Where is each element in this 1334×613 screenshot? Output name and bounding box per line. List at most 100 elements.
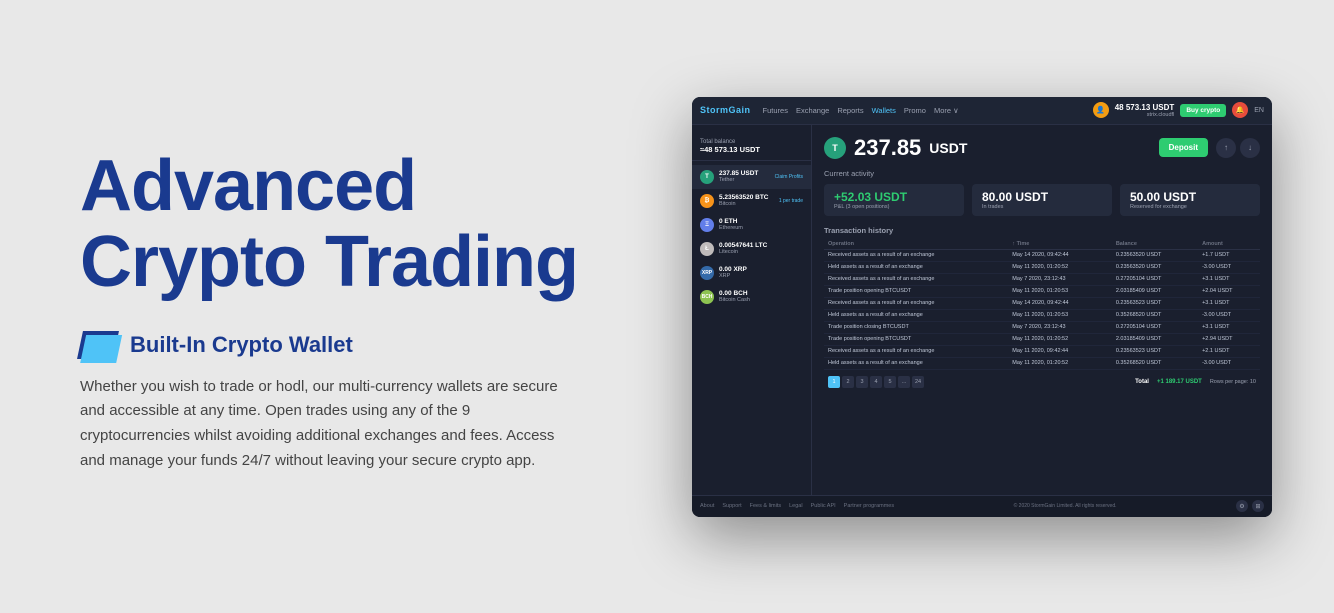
tx-operation: Held assets as a result of an exchange xyxy=(824,357,1008,369)
nav-items: Futures Exchange Reports Wallets Promo M… xyxy=(763,106,1081,115)
deposit-button[interactable]: Deposit xyxy=(1159,138,1208,157)
tx-time: May 7 2020, 23:12:43 xyxy=(1008,273,1112,285)
wallet-name-xrp: XRP xyxy=(719,273,803,279)
wallet-info-btc: 5.23563520 BTC Bitcoin xyxy=(719,194,774,207)
page-btn-4[interactable]: 4 xyxy=(870,376,882,388)
table-row: Held assets as a result of an exchange M… xyxy=(824,261,1260,273)
tx-balance: 0.23563520 USDT xyxy=(1112,249,1198,261)
wallet-info-xrp: 0.00 XRP XRP xyxy=(719,266,803,279)
tx-balance: 0.35268520 USDT xyxy=(1112,357,1198,369)
wallet-amount-usdt: 237.85 USDT xyxy=(719,170,770,177)
main-title: Advanced Crypto Trading xyxy=(80,149,590,300)
tx-amount: +3.1 USDT xyxy=(1198,273,1260,285)
coin-icon-eth: Ξ xyxy=(700,218,714,232)
wallet-name-usdt: Tether xyxy=(719,177,770,183)
page-btn-5[interactable]: 5 xyxy=(884,376,896,388)
nav-item-more[interactable]: More ∨ xyxy=(934,106,959,115)
nav-item-exchange[interactable]: Exchange xyxy=(796,106,829,115)
page-btn-24[interactable]: 24 xyxy=(912,376,924,388)
nav-item-reports[interactable]: Reports xyxy=(837,106,863,115)
nav-item-promo[interactable]: Promo xyxy=(904,106,926,115)
coin-icon-xrp: XRP xyxy=(700,266,714,280)
footer-link[interactable]: Support xyxy=(722,503,741,509)
tx-amount: +3.1 USDT xyxy=(1198,297,1260,309)
feature-label: Built-In Crypto Wallet xyxy=(130,332,353,358)
app-nav: StormGain Futures Exchange Reports Walle… xyxy=(692,97,1272,125)
balance-header: T 237.85 USDT Deposit ↑ ↓ xyxy=(824,135,1260,161)
tx-balance: 0.23563523 USDT xyxy=(1112,297,1198,309)
tx-amount: +3.1 USDT xyxy=(1198,321,1260,333)
footer-link[interactable]: Public API xyxy=(811,503,836,509)
page-btn-3[interactable]: 3 xyxy=(856,376,868,388)
table-row: Trade position closing BTCUSDT May 7 202… xyxy=(824,321,1260,333)
tx-time: May 11 2020, 01:20:53 xyxy=(1008,309,1112,321)
page-btn-2[interactable]: 2 xyxy=(842,376,854,388)
right-panel: StormGain Futures Exchange Reports Walle… xyxy=(650,0,1334,613)
wallet-action-usdt[interactable]: Claim Profits xyxy=(775,174,803,180)
main-area: T 237.85 USDT Deposit ↑ ↓ Current activi… xyxy=(812,125,1272,495)
balance-amount: 237.85 xyxy=(854,135,921,161)
nav-balance-value: 48 573.13 USDT xyxy=(1115,103,1175,112)
total-label: Total xyxy=(1135,379,1149,385)
wallet-amount-ltc: 0.00547641 LTC xyxy=(719,242,803,249)
action-btn-2[interactable]: ↓ xyxy=(1240,138,1260,158)
table-row: Trade position opening BTCUSDT May 11 20… xyxy=(824,285,1260,297)
activity-card-pnl: +52.03 USDT P&L (3 open positions) xyxy=(824,184,964,216)
footer-link[interactable]: Fees & limits xyxy=(750,503,781,509)
buy-crypto-button[interactable]: Buy crypto xyxy=(1180,104,1226,117)
wallet-item-eth[interactable]: Ξ 0 ETH Ethereum xyxy=(692,213,811,237)
feature-description: Whether you wish to trade or hodl, our m… xyxy=(80,375,560,474)
wallet-action-btc[interactable]: 1 per trade xyxy=(779,198,803,204)
wallet-item-bch[interactable]: BCH 0.00 BCH Bitcoin Cash xyxy=(692,285,811,309)
tx-operation: Received assets as a result of an exchan… xyxy=(824,249,1008,261)
activity-value-trades: 80.00 USDT xyxy=(982,190,1102,204)
tx-footer: 12345...24 Total +1 189.17 USDT Rows per… xyxy=(824,372,1260,392)
wallet-item-ltc[interactable]: Ł 0.00547641 LTC Litecoin xyxy=(692,237,811,261)
action-buttons: ↑ ↓ xyxy=(1216,138,1260,158)
balance-coin-icon: T xyxy=(824,137,846,159)
tx-time: May 14 2020, 09:42:44 xyxy=(1008,297,1112,309)
wallet-info-bch: 0.00 BCH Bitcoin Cash xyxy=(719,290,803,303)
nav-right: 👤 48 573.13 USDT strix.cloudfl Buy crypt… xyxy=(1093,102,1264,118)
tx-operation: Held assets as a result of an exchange xyxy=(824,309,1008,321)
page-btn-...[interactable]: ... xyxy=(898,376,910,388)
footer-link[interactable]: Legal xyxy=(789,503,802,509)
footer-icon-grid[interactable]: ⊞ xyxy=(1252,500,1264,512)
tx-operation: Received assets as a result of an exchan… xyxy=(824,273,1008,285)
col-amount: Amount xyxy=(1198,239,1260,250)
parallelogram-icon xyxy=(77,331,119,359)
footer-icons: ⚙ ⊞ xyxy=(1236,500,1264,512)
footer-link[interactable]: Partner programmes xyxy=(844,503,894,509)
tx-balance: 0.27205104 USDT xyxy=(1112,321,1198,333)
tx-time: May 14 2020, 09:42:44 xyxy=(1008,249,1112,261)
app-content: Total balance ≈48 573.13 USDT T 237.85 U… xyxy=(692,125,1272,495)
tx-balance: 2.03185409 USDT xyxy=(1112,333,1198,345)
col-time: ↑ Time xyxy=(1008,239,1112,250)
tx-amount: +2.04 USDT xyxy=(1198,285,1260,297)
tx-balance: 2.03185409 USDT xyxy=(1112,285,1198,297)
wallet-info-eth: 0 ETH Ethereum xyxy=(719,218,803,231)
wallet-item-usdt[interactable]: T 237.85 USDT Tether Claim Profits xyxy=(692,165,811,189)
tx-history-label: Transaction history xyxy=(824,226,1260,235)
action-btn-1[interactable]: ↑ xyxy=(1216,138,1236,158)
left-panel: Advanced Crypto Trading Built-In Crypto … xyxy=(0,0,650,613)
tx-balance: 0.35268520 USDT xyxy=(1112,309,1198,321)
footer-links: About Support Fees & limits Legal Public API… xyxy=(700,503,894,509)
nav-item-futures[interactable]: Futures xyxy=(763,106,788,115)
footer-link[interactable]: About xyxy=(700,503,714,509)
wallet-item-xrp[interactable]: XRP 0.00 XRP XRP xyxy=(692,261,811,285)
activity-card-trades: 80.00 USDT In trades xyxy=(972,184,1112,216)
wallet-amount-xrp: 0.00 XRP xyxy=(719,266,803,273)
table-row: Received assets as a result of an exchan… xyxy=(824,297,1260,309)
footer-icon-settings[interactable]: ⚙ xyxy=(1236,500,1248,512)
wallet-name-ltc: Litecoin xyxy=(719,249,803,255)
page-btn-1[interactable]: 1 xyxy=(828,376,840,388)
activity-sub-reserved: Reserved for exchange xyxy=(1130,204,1250,210)
activity-sub-trades: In trades xyxy=(982,204,1102,210)
activity-value-pnl: +52.03 USDT xyxy=(834,190,954,204)
table-row: Received assets as a result of an exchan… xyxy=(824,345,1260,357)
wallet-name-eth: Ethereum xyxy=(719,225,803,231)
tx-time: May 11 2020, 01:20:52 xyxy=(1008,261,1112,273)
nav-item-wallets[interactable]: Wallets xyxy=(872,106,896,115)
wallet-item-btc[interactable]: ₿ 5.23563520 BTC Bitcoin 1 per trade xyxy=(692,189,811,213)
